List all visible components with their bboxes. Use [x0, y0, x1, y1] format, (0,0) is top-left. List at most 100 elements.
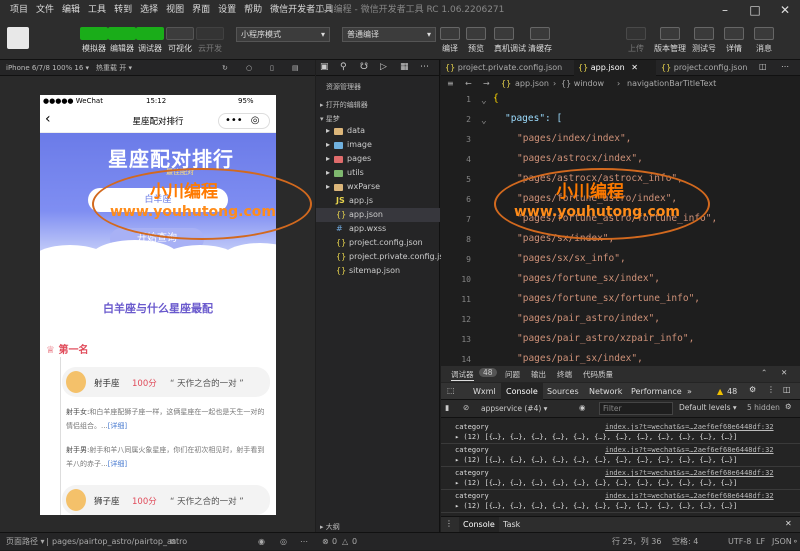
more-icon[interactable]: •••: [219, 115, 243, 126]
search-icon[interactable]: ⚲: [340, 62, 347, 72]
debug-icon[interactable]: ▷: [380, 62, 387, 72]
test-account-icon[interactable]: [694, 27, 714, 40]
close-tab-icon[interactable]: ✕: [627, 63, 638, 72]
tab-terminal[interactable]: 终端: [557, 369, 572, 380]
menu-item[interactable]: 转到: [110, 0, 136, 20]
menu-item[interactable]: 帮助: [240, 0, 266, 20]
console-row[interactable]: category index.js?t=wechat&s=…2aef6ef68e…: [441, 468, 800, 490]
minimize-icon[interactable]: –: [710, 0, 740, 20]
log-source[interactable]: index.js?t=wechat&s=…2aef6ef68e6448df:32: [605, 446, 774, 454]
notification-icon[interactable]: ⚬: [792, 533, 799, 551]
inspect-icon[interactable]: ⬚: [447, 386, 455, 395]
back-icon[interactable]: ←: [465, 76, 472, 92]
extensions-icon[interactable]: ▦: [400, 62, 409, 72]
tree-item-data[interactable]: ▸ data: [316, 124, 440, 138]
outline-section[interactable]: ▸ 大纲: [320, 522, 340, 532]
page-path[interactable]: pages/pairtop_astro/pairtop_astro: [52, 533, 187, 551]
more-icon[interactable]: ⋯: [300, 533, 308, 551]
error-count[interactable]: 0: [332, 533, 337, 551]
clear-console-icon[interactable]: ⊘: [463, 403, 469, 412]
tab-debugger[interactable]: 调试器: [451, 369, 474, 381]
drawer-menu-icon[interactable]: ⋮: [445, 519, 453, 528]
clear-cache-icon[interactable]: [530, 27, 550, 40]
debugger-toggle-icon[interactable]: [136, 27, 164, 40]
menu-item[interactable]: 工具: [84, 0, 110, 20]
version-icon[interactable]: [660, 27, 680, 40]
tab-issues[interactable]: 问题: [505, 369, 520, 380]
tree-item-utils[interactable]: ▸ utils: [316, 166, 440, 180]
tab-project-private-config[interactable]: {} project.private.config.json: [441, 60, 573, 76]
dock-icon[interactable]: ◫: [783, 385, 791, 394]
list-icon[interactable]: ≡: [447, 76, 454, 92]
visibility-icon[interactable]: ◎: [280, 533, 287, 551]
fold-icon[interactable]: ⌄: [481, 95, 487, 106]
visual-toggle-icon[interactable]: [166, 27, 194, 40]
settings-icon[interactable]: ⚙: [749, 385, 756, 394]
refresh-icon[interactable]: ↻: [222, 60, 228, 76]
preview-icon[interactable]: [466, 27, 486, 40]
levels-select[interactable]: Default levels ▾: [679, 403, 737, 412]
chevron-up-icon[interactable]: ⌃: [761, 368, 767, 377]
compile-icon[interactable]: [440, 27, 460, 40]
close-icon[interactable]: ✕: [785, 519, 792, 528]
capsule-menu[interactable]: ••• ◎: [218, 113, 270, 129]
remote-debug-icon[interactable]: [494, 27, 514, 40]
forward-icon[interactable]: →: [483, 76, 490, 92]
more-icon[interactable]: ⋯: [781, 62, 789, 71]
tree-item-wxparse[interactable]: ▸ wxParse: [316, 180, 440, 194]
close-icon[interactable]: ✕: [770, 0, 800, 20]
split-icon[interactable]: ▤: [292, 60, 299, 76]
split-editor-icon[interactable]: ◫: [759, 62, 767, 71]
breadcrumb-file[interactable]: app.json: [515, 76, 549, 92]
tab-app-json[interactable]: {} app.json ✕: [574, 60, 656, 76]
breadcrumb-window[interactable]: {} window: [561, 76, 604, 92]
tree-item-app-js[interactable]: JS app.js: [316, 194, 440, 208]
fold-icon[interactable]: ⌄: [481, 115, 487, 126]
warning-count[interactable]: 0: [352, 533, 357, 551]
project-section[interactable]: ▾ 星梦: [320, 114, 340, 124]
more-icon[interactable]: ⋮: [767, 385, 775, 394]
tab-output[interactable]: 输出: [531, 369, 546, 380]
tab-performance[interactable]: Performance: [631, 387, 682, 396]
menu-item[interactable]: 选择: [136, 0, 162, 20]
log-source[interactable]: index.js?t=wechat&s=…2aef6ef68e6448df:32: [605, 492, 774, 500]
menu-item[interactable]: 文件: [32, 0, 58, 20]
tab-console[interactable]: Console: [501, 383, 543, 400]
eye-icon[interactable]: ◉: [258, 533, 265, 551]
tree-item-app-wxss[interactable]: # app.wxss: [316, 222, 440, 236]
compile-select[interactable]: 普通编译 ▾: [342, 27, 436, 42]
line-ending[interactable]: LF: [756, 533, 765, 551]
menu-item[interactable]: 项目: [6, 0, 32, 20]
open-editors-section[interactable]: ▸ 打开的编辑器: [320, 100, 368, 110]
device-select[interactable]: iPhone 6/7/8 100% 16 ▾: [6, 60, 89, 76]
tab-drawer-console[interactable]: Console: [459, 517, 499, 533]
console-row[interactable]: category index.js?t=wechat&s=…2aef6ef68e…: [441, 422, 800, 444]
project-avatar[interactable]: [7, 27, 29, 49]
log-value[interactable]: ▸ (12) [{…}, {…}, {…}, {…}, {…}, {…}, {……: [455, 456, 737, 464]
messages-icon[interactable]: [754, 27, 774, 40]
language-mode[interactable]: JSON: [772, 533, 792, 551]
git-icon[interactable]: ☋: [360, 62, 368, 72]
log-value[interactable]: ▸ (12) [{…}, {…}, {…}, {…}, {…}, {…}, {……: [455, 433, 737, 441]
copy-icon[interactable]: ⧉: [170, 533, 176, 551]
indentation[interactable]: 空格: 4: [672, 533, 698, 551]
log-value[interactable]: ▸ (12) [{…}, {…}, {…}, {…}, {…}, {…}, {……: [455, 479, 737, 487]
log-value[interactable]: ▸ (12) [{…}, {…}, {…}, {…}, {…}, {…}, {……: [455, 502, 737, 510]
editor-toggle-icon[interactable]: [108, 27, 136, 40]
filter-input[interactable]: Filter: [599, 402, 673, 415]
cloud-dev-icon[interactable]: [196, 27, 224, 40]
log-source[interactable]: index.js?t=wechat&s=…2aef6ef68e6448df:32: [605, 469, 774, 477]
breadcrumb-key[interactable]: navigationBarTitleText: [627, 76, 716, 92]
tab-sources[interactable]: Sources: [547, 387, 579, 396]
console-row[interactable]: category index.js?t=wechat&s=…2aef6ef68e…: [441, 491, 800, 513]
maximize-icon[interactable]: □: [740, 0, 770, 20]
menu-item[interactable]: 编辑: [58, 0, 84, 20]
tree-item-sitemap[interactable]: {} sitemap.json: [316, 264, 440, 278]
page-path-toggle[interactable]: 页面路径 ▾: [6, 533, 45, 551]
files-icon[interactable]: ▣: [320, 62, 329, 72]
menu-item[interactable]: 设置: [214, 0, 240, 20]
tree-item-pages[interactable]: ▸ pages: [316, 152, 440, 166]
sidebar-toggle-icon[interactable]: ▮: [445, 403, 449, 412]
eye-icon[interactable]: ◉: [579, 403, 586, 412]
log-source[interactable]: index.js?t=wechat&s=…2aef6ef68e6448df:32: [605, 423, 774, 431]
